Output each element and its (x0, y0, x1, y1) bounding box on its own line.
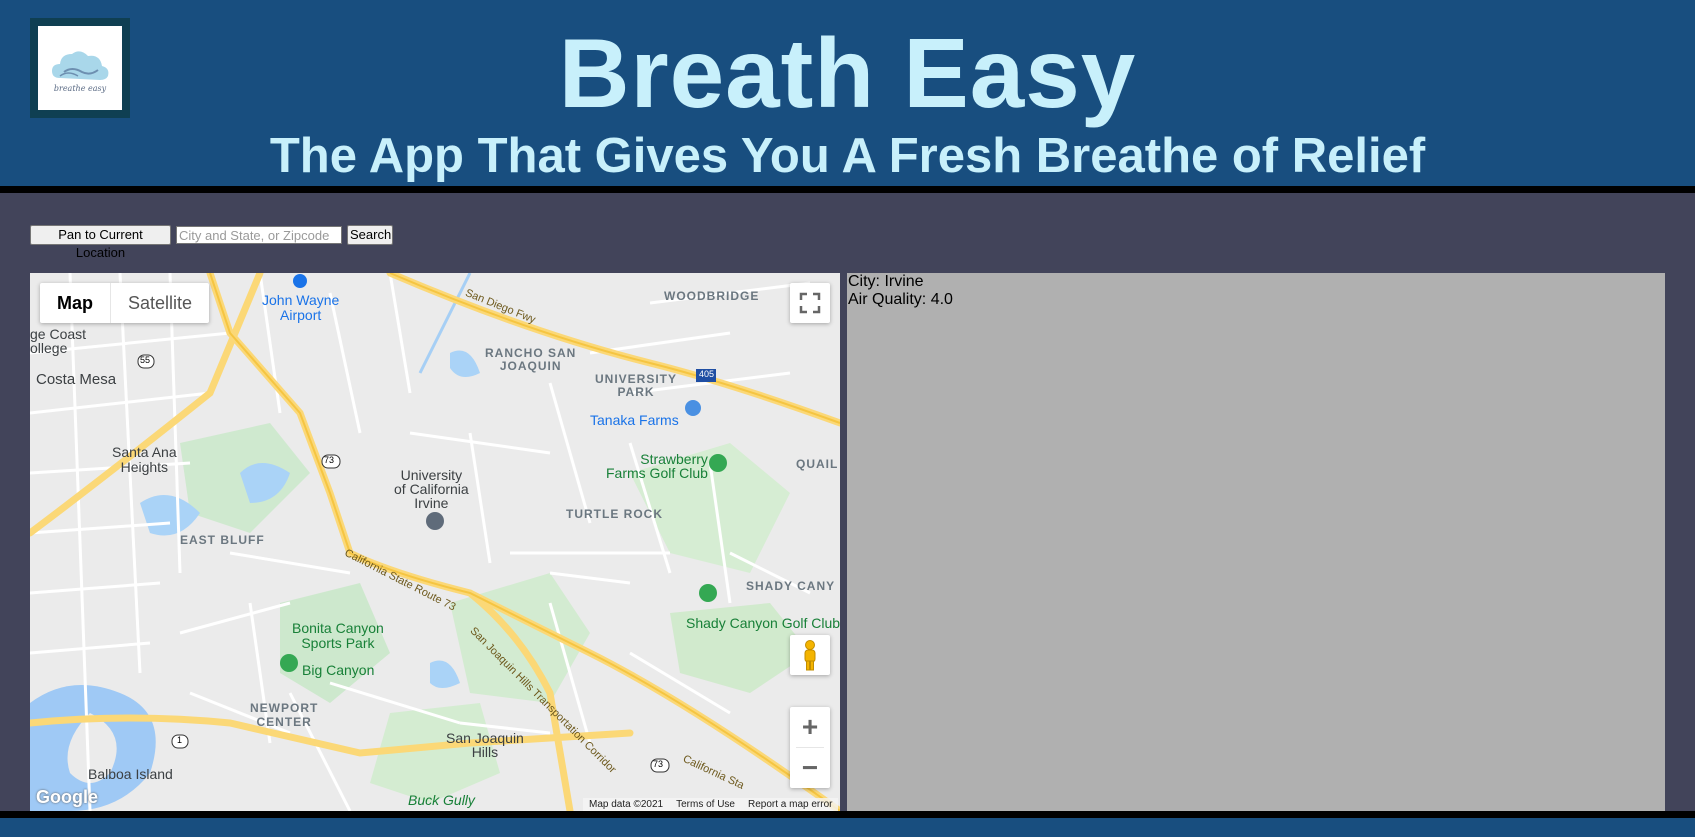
search-button[interactable]: Search (347, 225, 393, 245)
map-label-shady-canyon-golf: Shady Canyon Golf Club (686, 615, 840, 631)
map-label-tanaka-farms: Tanaka Farms (590, 412, 679, 428)
map-label-shady-canyon: SHADY CANY (746, 579, 836, 593)
zoom-in-button[interactable]: + (790, 707, 830, 747)
map-label-university-park: UNIVERSITY PARK (595, 372, 678, 399)
header-divider (0, 186, 1695, 193)
map-shield-73b: 73 (653, 759, 664, 769)
app-footer (0, 818, 1695, 837)
air-quality-panel: City: Irvine Air Quality: 4.0 (847, 273, 1665, 811)
map-label-balboa-island: Balboa Island (88, 766, 173, 782)
map-shield-73: 73 (324, 455, 335, 465)
map-label-big-canyon: Big Canyon (302, 662, 375, 678)
map-label-bonita-canyon: Bonita Canyon Sports Park (292, 620, 384, 651)
fullscreen-icon (799, 292, 821, 314)
street-view-pegman[interactable] (790, 635, 830, 675)
map-label-coast-college: ge Coast ollege (30, 326, 87, 356)
city-label: City: (848, 273, 880, 290)
terms-of-use-link[interactable]: Terms of Use (676, 798, 735, 811)
map-label-strawberry-farms: Strawberry Farms Golf Club (606, 451, 708, 481)
map-label-santa-ana-heights: Santa Ana Heights (112, 444, 177, 475)
map-view[interactable]: John Wayne Airport ge Coast ollege Costa… (30, 273, 840, 811)
map-label-turtle-rock: TURTLE ROCK (566, 507, 663, 521)
map-type-control: Map Satellite (40, 283, 210, 323)
map-label-uc-irvine: University of California Irvine (394, 467, 469, 511)
fullscreen-button[interactable] (790, 283, 830, 323)
report-map-error-link[interactable]: Report a map error (748, 798, 832, 811)
map-data-credit: Map data ©2021 (589, 799, 664, 810)
map-attribution: Map data ©2021 Terms of Use Report a map… (583, 798, 839, 811)
footer-divider (0, 811, 1695, 818)
pegman-icon (804, 640, 816, 671)
pan-to-location-button[interactable]: Pan to Current Location (30, 225, 171, 260)
city-row: City: Irvine (847, 273, 1665, 291)
zoom-control: + − (790, 707, 830, 788)
app-header: breathe easy Breath Easy The App That Gi… (0, 0, 1695, 186)
map-tiles (30, 273, 840, 811)
city-value: Irvine (884, 273, 924, 290)
map-shield-i405: 405 (699, 369, 715, 379)
google-logo: Google (36, 787, 98, 807)
map-label-costa-mesa: Costa Mesa (36, 371, 117, 388)
map-label-airport: John Wayne Airport (262, 292, 340, 323)
map-label-woodbridge: WOODBRIDGE (664, 289, 760, 303)
air-quality-row: Air Quality: 4.0 (847, 291, 1665, 309)
map-label-san-joaquin-hills: San Joaquin Hills (446, 730, 524, 760)
map-shield-55: 55 (140, 355, 151, 365)
map-label-east-bluff: EAST BLUFF (180, 533, 265, 547)
map-label-quail: QUAIL (796, 457, 839, 471)
air-quality-value: 4.0 (930, 291, 953, 308)
map-label-newport-center: NEWPORT CENTER (250, 701, 319, 729)
air-quality-label: Air Quality: (848, 291, 927, 308)
location-search-input[interactable] (176, 226, 342, 244)
zoom-out-button[interactable]: − (790, 748, 830, 788)
page-title: Breath Easy (558, 18, 1137, 128)
map-label-rancho-san-joaquin: RANCHO SAN JOAQUIN (485, 346, 577, 373)
map-label-buck-gully: Buck Gully (408, 792, 475, 808)
map-type-map-button[interactable]: Map (40, 283, 110, 323)
page-subtitle: The App That Gives You A Fresh Breathe o… (269, 129, 1426, 183)
map-type-satellite-button[interactable]: Satellite (111, 283, 209, 323)
map-shield-1: 1 (177, 735, 183, 745)
